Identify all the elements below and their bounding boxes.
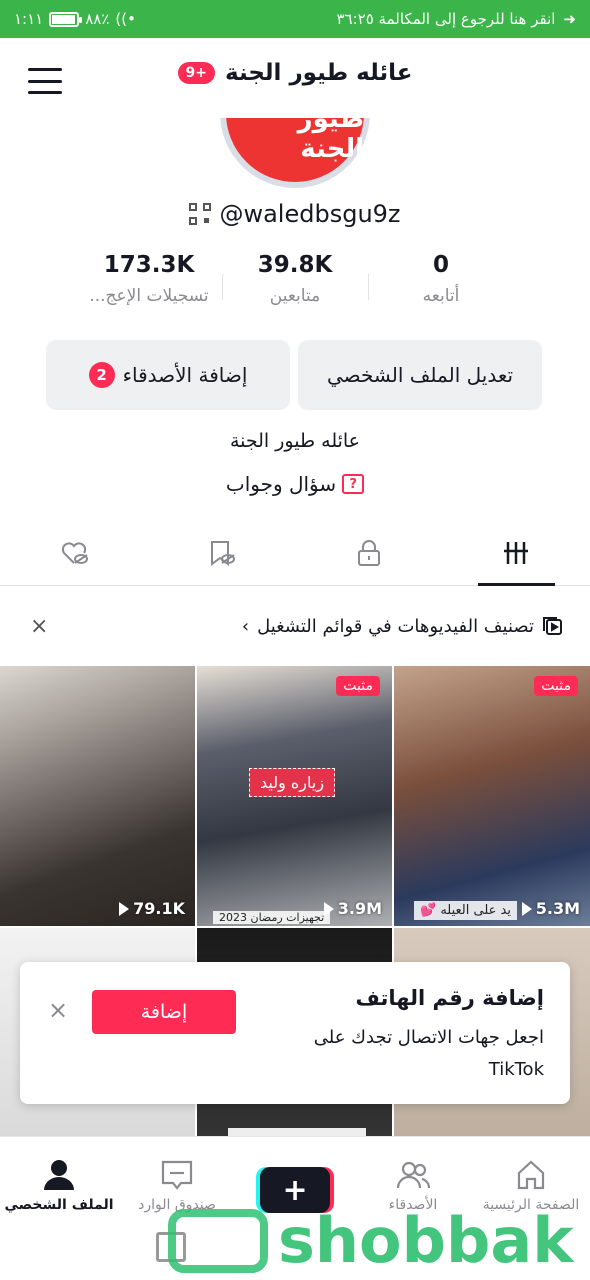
avatar-logo-text: طيور الجنة: [297, 118, 364, 164]
video-thumbnail[interactable]: 79.1K: [0, 666, 195, 926]
play-icon: [323, 901, 334, 916]
bio-text: عائله طيور الجنة: [229, 430, 361, 452]
nav-profile[interactable]: الملف الشخصي: [0, 1137, 118, 1213]
avatar[interactable]: طيور الجنة: [220, 118, 370, 188]
video-thumbnail[interactable]: مثبت زياره وليد تجهيزات رمضان 2023 3.9M: [197, 666, 392, 926]
stat-label: أتابعه: [422, 286, 460, 306]
call-banner[interactable]: ➜ انقر هنا للرجوع إلى المكالمة ٣٦:٢٥: [337, 10, 577, 28]
popup-body: اجعل جهات الاتصال تجدك على TikTok: [313, 1027, 544, 1080]
popup-title: إضافة رقم الهاتف: [355, 986, 544, 1010]
video-caption: يد على العيله 💕: [414, 901, 517, 920]
profile-tabs: [0, 520, 590, 586]
view-count: 79.1K: [119, 899, 185, 918]
battery-icon: [49, 11, 83, 27]
pinned-badge: مثبت: [534, 676, 578, 696]
video-thumbnail[interactable]: مثبت يد على العيله 💕 5.3M: [394, 666, 590, 926]
tab-saved[interactable]: [148, 520, 296, 585]
add-phone-popup: × إضافة إضافة رقم الهاتف اجعل جهات الاتص…: [20, 962, 570, 1104]
lock-icon: [357, 539, 380, 566]
liked-hidden-icon: [61, 541, 88, 564]
tab-videos[interactable]: [443, 520, 590, 586]
pinned-badge: مثبت: [336, 676, 380, 696]
stat-followers[interactable]: 39.8K متابعين: [223, 252, 368, 306]
status-indicators: ١:١١ ٨٨٪ ((•: [14, 10, 136, 28]
nav-profile-label: الملف الشخصي: [4, 1197, 114, 1213]
profile-stats: 0 أتابعه 39.8K متابعين 173.3K تسجيلات ال…: [0, 252, 590, 306]
watermark: shobbak: [168, 1204, 573, 1277]
username-row: @waledbsgu9z: [0, 200, 590, 228]
qr-code-icon[interactable]: [189, 203, 212, 225]
battery-percent: ٨٨٪: [85, 10, 110, 28]
stat-value: 39.8K: [257, 252, 333, 278]
playlist-banner: × تصنيف الفيديوهات في قوائم التشغيل ›: [0, 600, 590, 652]
tab-private[interactable]: [295, 520, 443, 585]
stat-value: 173.3K: [103, 252, 195, 278]
notification-badge: 9+: [177, 62, 215, 84]
title-row[interactable]: 9+ عائله طيور الجنة: [0, 60, 590, 86]
stat-label: متابعين: [269, 286, 321, 306]
status-bar: ١:١١ ٨٨٪ ((• ➜ انقر هنا للرجوع إلى المكا…: [0, 0, 590, 38]
video-caption: تجهيزات رمضان 2023: [213, 911, 331, 924]
videos-grid-icon: [504, 541, 529, 564]
add-friends-label: إضافة الأصدقاء: [122, 363, 248, 387]
friends-icon: [396, 1161, 431, 1189]
profile-actions: تعديل الملف الشخصي إضافة الأصدقاء 2: [46, 340, 542, 410]
view-count: 3.9M: [323, 899, 382, 918]
edit-profile-label: تعديل الملف الشخصي: [326, 363, 514, 387]
profile-header: 9+ عائله طيور الجنة: [0, 38, 590, 124]
play-icon: [119, 901, 130, 916]
nav-home[interactable]: الصفحة الرئيسية: [472, 1137, 590, 1213]
call-banner-text: انقر هنا للرجوع إلى المكالمة ٣٦:٢٥: [336, 10, 556, 28]
playlist-icon: [543, 617, 562, 635]
stat-value: 0: [432, 252, 449, 278]
arrow-back-icon: ➜: [563, 10, 576, 28]
play-icon: [521, 901, 532, 916]
username: @waledbsgu9z: [219, 200, 401, 228]
edit-profile-button[interactable]: تعديل الملف الشخصي: [298, 340, 542, 410]
tab-liked[interactable]: [0, 520, 148, 585]
divider: [221, 274, 223, 300]
qa-link[interactable]: ? سؤال وجواب: [0, 472, 590, 496]
add-friends-button[interactable]: إضافة الأصدقاء 2: [46, 340, 290, 410]
qa-label: سؤال وجواب: [225, 472, 337, 496]
watermark-text: shobbak: [278, 1204, 574, 1277]
wifi-call-icon: ((•: [115, 10, 136, 28]
nav-friends[interactable]: الأصدقاء: [354, 1137, 472, 1213]
nav-inbox[interactable]: صندوق الوارد: [118, 1137, 236, 1213]
view-count: 5.3M: [521, 899, 580, 918]
clock: ١:١١: [14, 10, 44, 28]
playlist-label: تصنيف الفيديوهات في قوائم التشغيل: [257, 615, 534, 637]
close-icon[interactable]: ×: [30, 614, 48, 639]
question-icon: ?: [342, 474, 365, 494]
home-icon: [517, 1160, 545, 1190]
video-sticker-text: زياره وليد: [249, 768, 336, 797]
playlist-link[interactable]: تصنيف الفيديوهات في قوائم التشغيل ›: [242, 615, 564, 637]
add-friends-count-badge: 2: [88, 362, 115, 388]
add-phone-button[interactable]: إضافة: [92, 990, 236, 1034]
divider: [367, 274, 369, 300]
watermark-logo-icon: [168, 1208, 268, 1273]
chevron-right-icon: ›: [241, 615, 250, 637]
stat-following[interactable]: 0 أتابعه: [369, 252, 514, 306]
close-icon[interactable]: ×: [48, 996, 68, 1024]
stat-label: تسجيلات الإعج...: [89, 286, 209, 306]
stat-likes[interactable]: 173.3K تسجيلات الإعج...: [77, 252, 222, 306]
profile-icon: [44, 1160, 74, 1190]
nav-create[interactable]: +: [236, 1137, 354, 1213]
inbox-icon: [161, 1160, 193, 1190]
page-title: عائله طيور الجنة: [225, 60, 413, 86]
bookmark-hidden-icon: [211, 540, 236, 566]
